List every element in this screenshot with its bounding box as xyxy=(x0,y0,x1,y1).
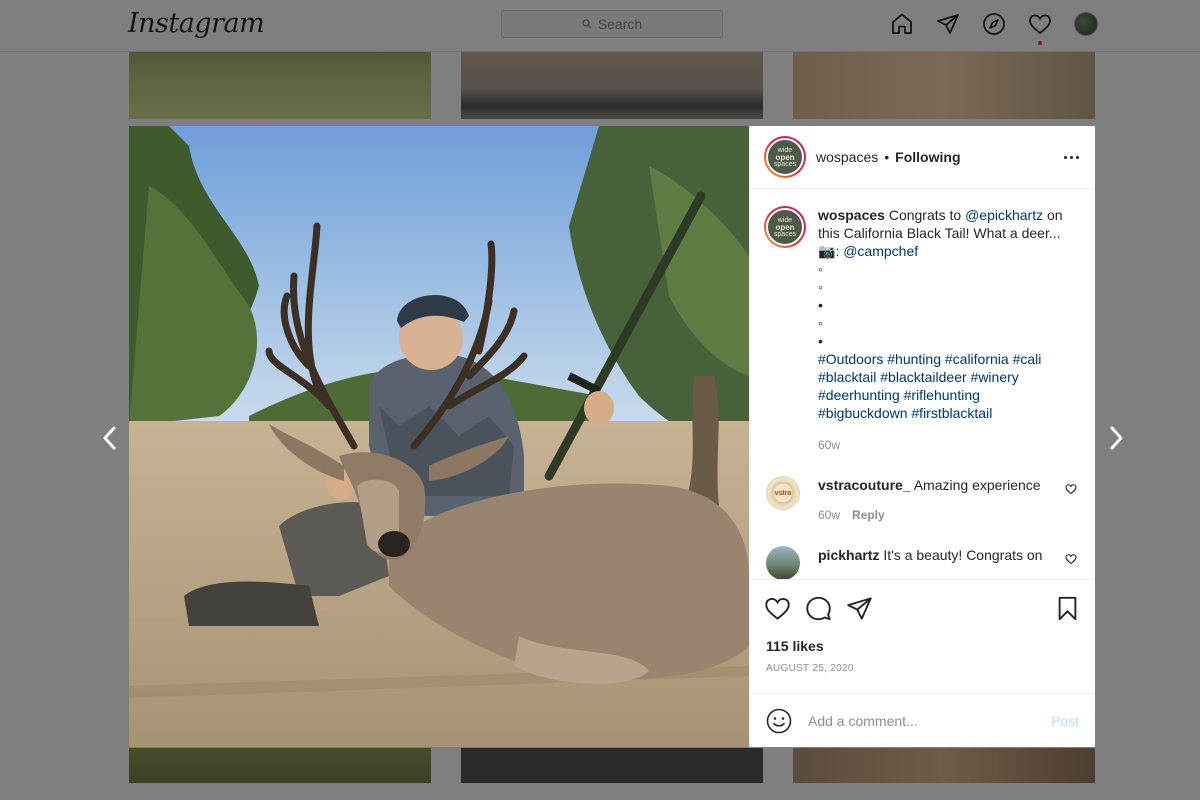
following-button[interactable]: Following xyxy=(895,149,960,165)
more-dot-icon xyxy=(1069,155,1073,159)
more-options-button[interactable] xyxy=(1061,147,1081,167)
mention-link[interactable]: @campchef xyxy=(843,243,918,259)
add-comment-input[interactable] xyxy=(808,713,1051,729)
previous-post-arrow[interactable] xyxy=(98,424,122,452)
comment-text: It's a beauty! Congrats on xyxy=(879,547,1043,563)
grid-thumbnail[interactable] xyxy=(461,52,763,119)
profile-avatar[interactable] xyxy=(1074,12,1098,36)
author-avatar[interactable]: wide open spaces xyxy=(764,136,806,178)
post-date[interactable]: AUGUST 25, 2020 xyxy=(766,663,854,674)
comment-timestamp[interactable]: 60w xyxy=(818,508,840,522)
caption-text: Congrats to xyxy=(884,207,966,223)
like-heart-icon[interactable] xyxy=(764,595,791,622)
direct-icon[interactable] xyxy=(936,12,960,36)
share-direct-icon[interactable] xyxy=(846,595,873,622)
instagram-logo[interactable]: Instagram xyxy=(128,8,265,39)
next-post-arrow[interactable] xyxy=(1104,424,1128,452)
comment-text: Amazing experience xyxy=(910,477,1041,493)
commenter-username[interactable]: vstracouture_ xyxy=(818,477,911,493)
grid-thumbnail[interactable] xyxy=(129,748,431,783)
likes-count[interactable]: 115 likes xyxy=(766,638,824,654)
home-icon[interactable] xyxy=(890,12,914,36)
explore-icon[interactable] xyxy=(982,12,1006,36)
caption-dot: ◦ xyxy=(818,261,823,277)
caption-username[interactable]: wospaces xyxy=(818,207,885,223)
activity-heart-icon[interactable] xyxy=(1028,12,1052,45)
comment-item: vstra vstracouture_ Amazing experience 6… xyxy=(764,476,1079,524)
caption-dot: • xyxy=(818,297,823,313)
caption-dot: ◦ xyxy=(818,279,823,295)
more-dot-icon xyxy=(1075,155,1079,159)
post-modal: wide open spaces wospaces • Following wi… xyxy=(129,126,1095,747)
commenter-avatar-text: vstra xyxy=(774,489,792,497)
more-dot-icon xyxy=(1063,155,1067,159)
comment-item: pickhartz It's a beauty! Congrats on xyxy=(764,546,1079,579)
post-header: wide open spaces wospaces • Following xyxy=(750,126,1095,189)
caption-dot: ◦ xyxy=(818,315,823,331)
hunting-photo-illustration xyxy=(129,126,749,747)
author-avatar-logo: wide open spaces xyxy=(766,138,804,176)
post-caption: wide open spaces wospaces Congrats to @e… xyxy=(764,206,1079,454)
commenter-avatar[interactable]: vstra xyxy=(766,476,800,510)
caption-hashtags[interactable]: #Outdoors #hunting #california #cali #bl… xyxy=(818,350,1070,422)
post-actions-area: 115 likes AUGUST 25, 2020 Post xyxy=(750,579,1095,747)
caption-dot: • xyxy=(818,333,823,349)
chevron-left-icon xyxy=(103,426,116,450)
search-box[interactable]: Search xyxy=(501,10,723,38)
add-comment-bar: Post xyxy=(750,693,1095,748)
comment-like-heart-icon[interactable] xyxy=(1065,552,1077,565)
search-placeholder: Search xyxy=(597,16,643,32)
caption-body: wospaces Congrats to @epickhartz on this… xyxy=(818,206,1070,454)
post-comment-button[interactable]: Post xyxy=(1051,713,1079,729)
emoji-smiley-icon[interactable] xyxy=(766,708,792,734)
notification-dot xyxy=(1038,41,1042,45)
grid-thumbnail[interactable] xyxy=(461,748,763,783)
action-buttons xyxy=(764,594,1081,622)
top-navigation-bar: Instagram Search xyxy=(0,0,1200,52)
caption-avatar-logo: wide open spaces xyxy=(766,208,804,246)
post-photo[interactable] xyxy=(129,126,749,747)
mention-link[interactable]: @epickhartz xyxy=(965,207,1043,223)
grid-thumbnail[interactable] xyxy=(129,52,431,119)
chevron-right-icon xyxy=(1110,426,1123,450)
author-username[interactable]: wospaces xyxy=(816,149,878,165)
comment-meta: 60w Reply xyxy=(818,506,1058,524)
post-sidebar: wide open spaces wospaces • Following wi… xyxy=(749,126,1095,747)
comments-section[interactable]: wide open spaces wospaces Congrats to @e… xyxy=(750,190,1095,579)
comment-body: pickhartz It's a beauty! Congrats on xyxy=(818,546,1058,579)
search-icon xyxy=(582,19,592,29)
nav-icons xyxy=(890,12,1098,45)
camera-emoji: 📷 xyxy=(818,243,836,259)
grid-thumbnail[interactable] xyxy=(793,748,1095,783)
comment-like-heart-icon[interactable] xyxy=(1065,482,1077,495)
grid-thumbnail[interactable] xyxy=(793,52,1095,119)
caption-timestamp[interactable]: 60w xyxy=(818,436,1070,454)
comment-bubble-icon[interactable] xyxy=(805,595,832,622)
save-bookmark-icon[interactable] xyxy=(1054,595,1081,622)
header-separator: • xyxy=(884,149,890,165)
comment-body: vstracouture_ Amazing experience 60w Repl… xyxy=(818,476,1058,524)
commenter-avatar[interactable] xyxy=(766,546,800,579)
reply-button[interactable]: Reply xyxy=(852,508,885,522)
caption-avatar[interactable]: wide open spaces xyxy=(764,206,806,248)
commenter-username[interactable]: pickhartz xyxy=(818,547,879,563)
